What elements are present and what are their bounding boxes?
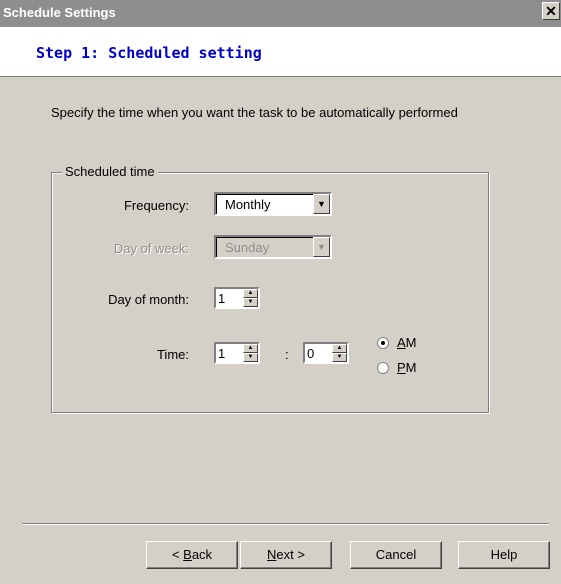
close-button[interactable]: ✕ [542, 2, 560, 20]
spin-down-icon[interactable]: ▼ [243, 353, 258, 362]
day-of-week-label: Day of week: [113, 241, 189, 256]
schedule-settings-dialog: Schedule Settings ✕ Step 1: Scheduled se… [0, 0, 561, 584]
frequency-label: Frequency: [123, 198, 189, 213]
spin-up-icon[interactable]: ▲ [243, 289, 258, 298]
step-title: Step 1: Scheduled setting [36, 44, 262, 62]
help-button[interactable]: Help [458, 541, 550, 569]
minute-value: 0 [307, 346, 315, 361]
back-button[interactable]: < Back [146, 541, 238, 569]
hour-value: 1 [218, 346, 226, 361]
spin-down-icon[interactable]: ▼ [332, 353, 347, 362]
chevron-down-icon[interactable]: ▼ [313, 194, 330, 214]
day-of-month-label: Day of month: [108, 292, 189, 307]
day-of-month-spinner[interactable]: 1 ▲ ▼ [214, 287, 260, 309]
pm-label: PM [397, 360, 417, 375]
am-radio[interactable]: AM [377, 335, 417, 350]
day-of-month-value: 1 [218, 291, 226, 306]
cancel-button[interactable]: Cancel [350, 541, 442, 569]
hour-spinner[interactable]: 1 ▲ ▼ [214, 342, 260, 364]
footer-separator [22, 523, 549, 525]
spin-up-icon[interactable]: ▲ [243, 344, 258, 353]
frequency-value: Monthly [225, 197, 271, 212]
radio-unchecked-icon[interactable] [377, 362, 389, 374]
frequency-dropdown[interactable]: Monthly ▼ [214, 192, 332, 216]
day-of-week-dropdown[interactable]: Sunday ▼ [214, 235, 332, 259]
spin-up-icon[interactable]: ▲ [332, 344, 347, 353]
day-of-week-value: Sunday [225, 240, 270, 255]
window-title: Schedule Settings [3, 5, 116, 20]
am-label: AM [397, 335, 417, 350]
spin-down-icon[interactable]: ▼ [243, 298, 258, 307]
time-separator: : [285, 347, 289, 362]
time-label: Time: [156, 347, 189, 362]
radio-checked-icon[interactable] [377, 337, 389, 349]
pm-radio[interactable]: PM [377, 360, 417, 375]
chevron-down-icon[interactable]: ▼ [313, 237, 330, 257]
minute-spinner[interactable]: 0 ▲ ▼ [303, 342, 349, 364]
group-legend: Scheduled time [62, 164, 158, 179]
instruction-text: Specify the time when you want the task … [51, 105, 458, 120]
close-icon: ✕ [545, 3, 557, 19]
title-bar: Schedule Settings ✕ [0, 0, 561, 27]
next-button[interactable]: Next > [240, 541, 332, 569]
wizard-header: Step 1: Scheduled setting [0, 27, 561, 77]
